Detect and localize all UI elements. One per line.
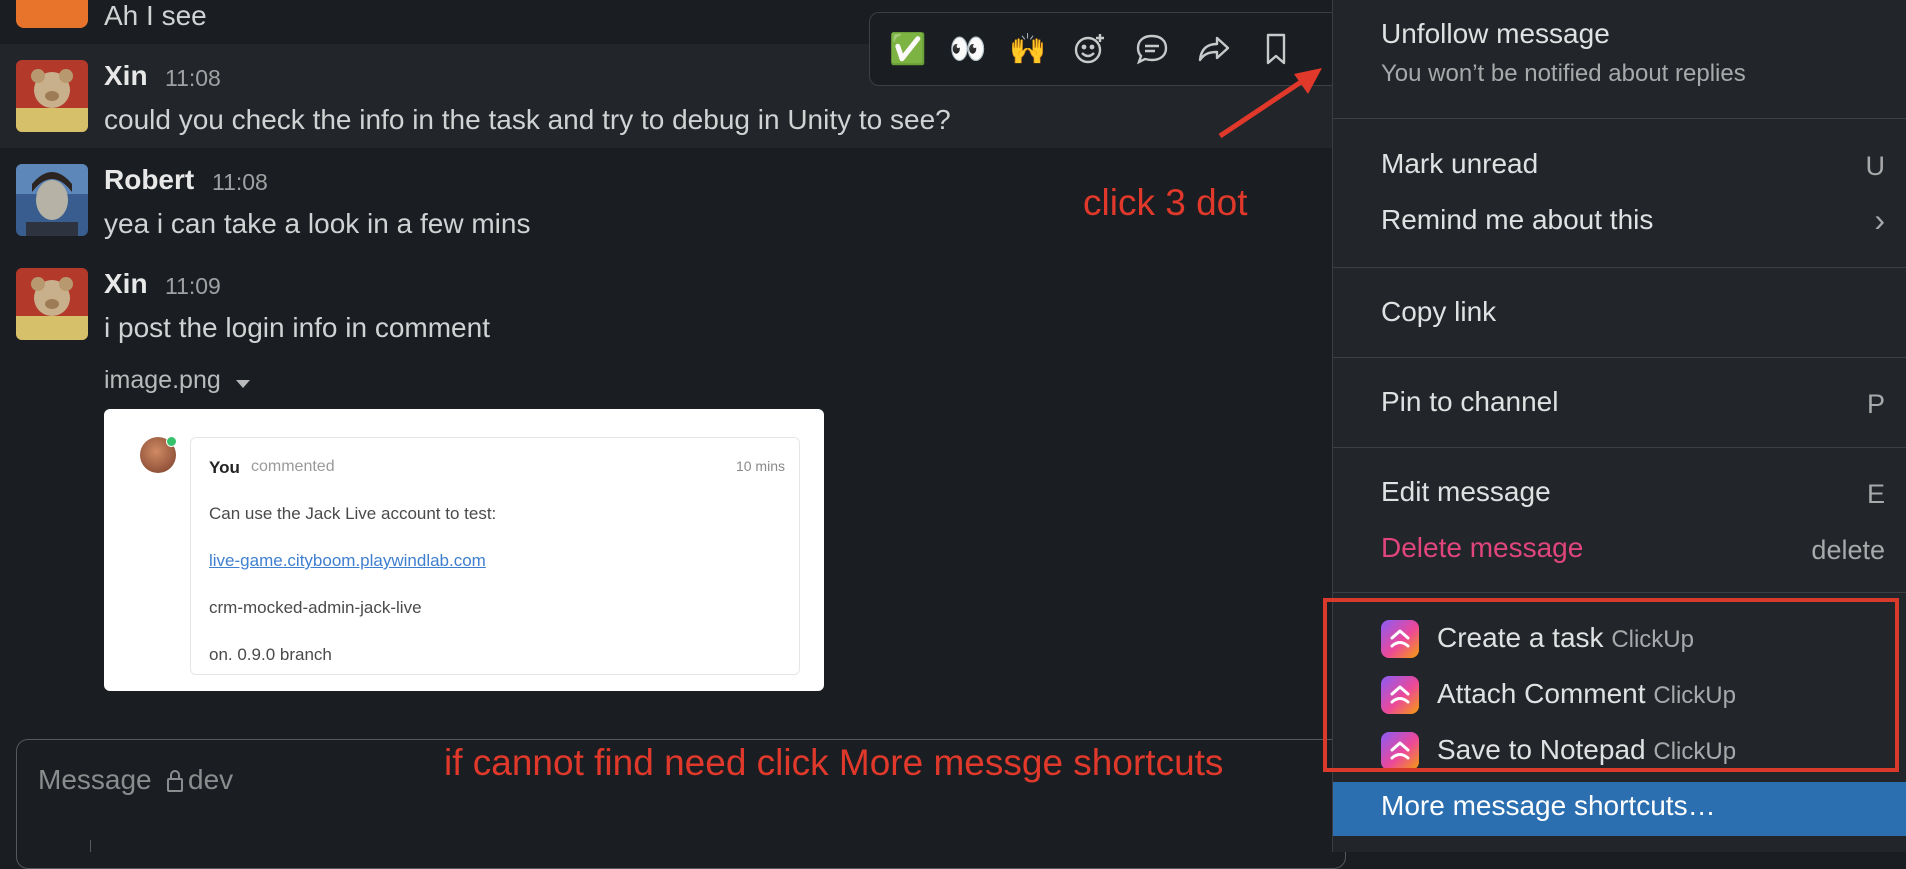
chevron-right-icon: › xyxy=(1874,202,1885,238)
comment-author: You xyxy=(209,458,240,477)
add-reaction-icon[interactable] xyxy=(1068,27,1112,71)
message-text: Ah I see xyxy=(104,0,207,31)
divider xyxy=(90,840,91,852)
divider xyxy=(1333,118,1906,119)
menu-item-copy-link[interactable]: Copy link xyxy=(1381,296,1496,328)
shortcut-hint: E xyxy=(1866,479,1885,509)
menu-item-edit[interactable]: Edit message xyxy=(1381,476,1551,508)
check-reaction-icon[interactable]: ✅ xyxy=(886,27,930,71)
shortcut-hint: delete xyxy=(1811,535,1885,565)
divider xyxy=(1333,267,1906,268)
sender-name[interactable]: Xin xyxy=(104,60,148,92)
shortcut-hint: U xyxy=(1865,151,1886,181)
comment-line: crm-mocked-admin-jack-live xyxy=(209,598,422,617)
divider xyxy=(1333,592,1906,593)
avatar-xin[interactable] xyxy=(16,268,88,340)
raised-hands-reaction-icon[interactable]: 🙌 xyxy=(1006,27,1050,71)
message-text: yea i can take a look in a few mins xyxy=(104,208,531,239)
comment-line: on. 0.9.0 branch xyxy=(209,645,332,664)
message-text: could you check the info in the task and… xyxy=(104,104,951,135)
menu-item-pin[interactable]: Pin to channel xyxy=(1381,386,1558,418)
attachment-filename[interactable]: image.png xyxy=(104,366,221,395)
lock-icon xyxy=(167,770,183,792)
menu-item-remind[interactable]: Remind me about this xyxy=(1381,204,1653,236)
sender-name[interactable]: Xin xyxy=(104,268,148,300)
menu-item-more-shortcuts[interactable]: More message shortcuts… xyxy=(1333,782,1906,836)
avatar[interactable] xyxy=(16,0,88,28)
menu-item-unfollow[interactable]: Unfollow message xyxy=(1381,18,1610,50)
comment-link: live-game.cityboom.playwindlab.com xyxy=(209,551,486,570)
message-time[interactable]: 11:08 xyxy=(212,169,268,196)
annotation-arrow-icon xyxy=(1218,68,1322,139)
annotation-highlight-box xyxy=(1323,598,1899,772)
message-time[interactable]: 11:09 xyxy=(165,273,221,300)
comment-action: commented xyxy=(251,458,335,475)
annotation-click-three-dot: click 3 dot xyxy=(1083,182,1248,223)
reply-thread-icon[interactable] xyxy=(1130,27,1174,71)
menu-item-label: More message shortcuts… xyxy=(1381,790,1716,821)
message-time[interactable]: 11:08 xyxy=(165,65,221,92)
image-attachment[interactable]: You commented 10 mins Can use the Jack L… xyxy=(104,409,824,691)
eyes-reaction-icon[interactable]: 👀 xyxy=(946,27,990,71)
chevron-down-icon[interactable] xyxy=(236,380,250,388)
message-pane: Ah I see Xin 11:08 could you check the i… xyxy=(0,0,1346,869)
composer-channel: dev xyxy=(188,764,234,795)
comment-age: 10 mins xyxy=(735,458,785,474)
composer-placeholder: Message xyxy=(38,764,152,795)
avatar-robert[interactable] xyxy=(16,164,88,236)
sender-name[interactable]: Robert xyxy=(104,164,194,196)
comment-line: Can use the Jack Live account to test: xyxy=(209,504,497,523)
menu-item-mark-unread[interactable]: Mark unread xyxy=(1381,148,1538,180)
message-text: i post the login info in comment xyxy=(104,312,490,343)
menu-item-delete[interactable]: Delete message xyxy=(1381,532,1583,564)
annotation-more-shortcuts: if cannot find need click More messge sh… xyxy=(444,742,1224,783)
online-status-icon xyxy=(166,436,177,447)
divider xyxy=(1333,357,1906,358)
menu-item-unfollow-description: You won’t be notified about replies xyxy=(1381,60,1746,87)
shortcut-hint: P xyxy=(1866,389,1885,419)
avatar-xin[interactable] xyxy=(16,60,88,132)
comment-card: You commented 10 mins Can use the Jack L… xyxy=(190,437,800,675)
divider xyxy=(1333,447,1906,448)
